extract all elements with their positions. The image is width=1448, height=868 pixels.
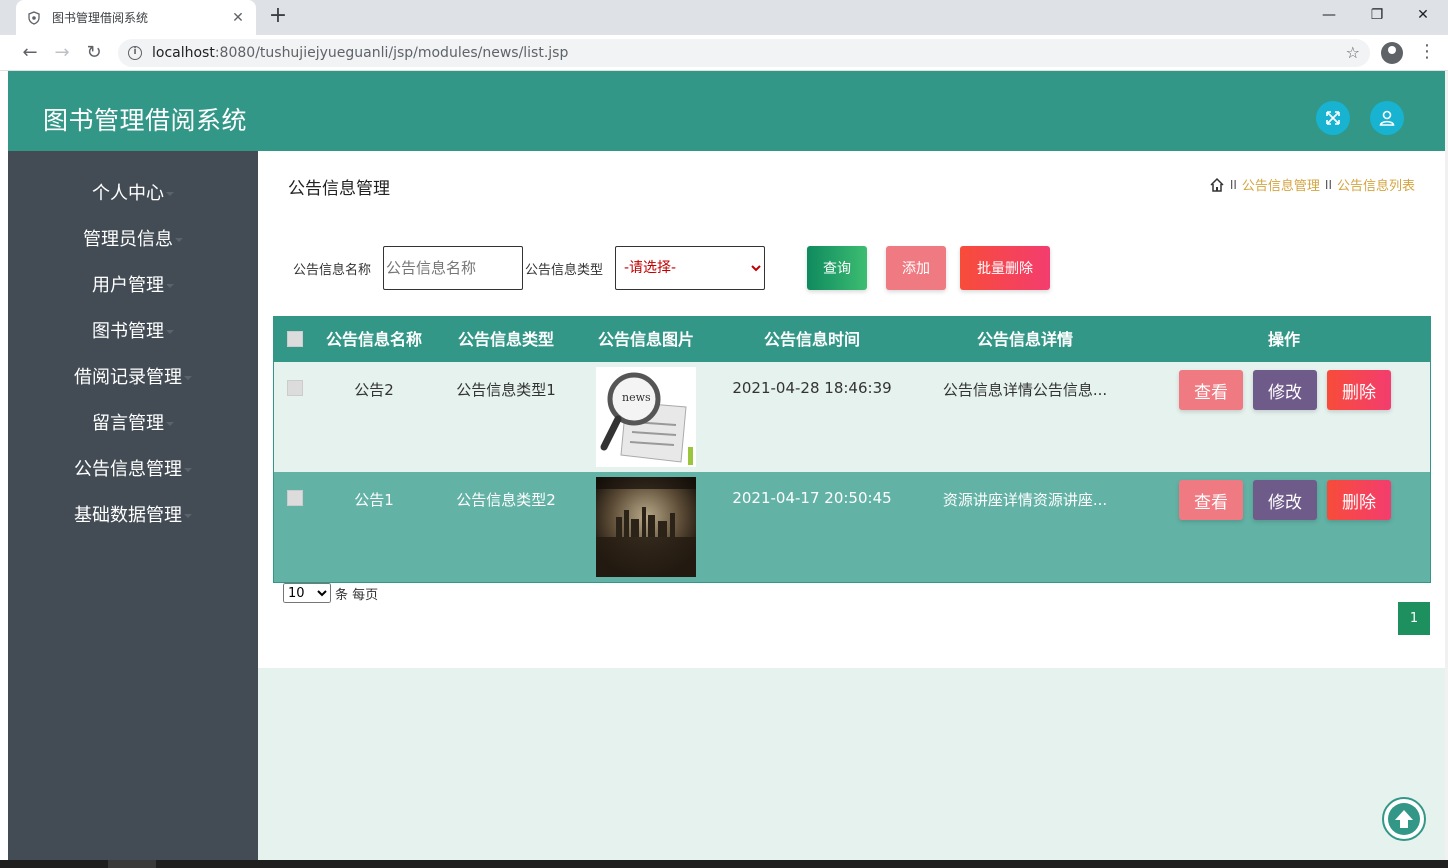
view-button[interactable]: 查看 [1179,370,1243,410]
caret-down-icon [175,238,183,242]
page-number-button[interactable]: 1 [1398,602,1430,635]
sidebar-item-announcements[interactable]: 公告信息管理 [8,455,258,485]
sidebar-item-base-data[interactable]: 基础数据管理 [8,501,258,531]
newspaper-magnifier-thumbnail: news [596,367,696,467]
page-title: 公告信息管理 [288,179,390,199]
tab-close-icon[interactable]: ✕ [230,10,246,26]
row-detail: 资源讲座详情资源讲座... [942,491,1108,509]
taskbar-item[interactable] [108,860,156,868]
caret-down-icon [184,468,192,472]
select-all-checkbox[interactable] [287,331,303,347]
table-header: 公告信息名称 公告信息类型 公告信息图片 公告信息时间 公告信息详情 操作 [274,317,1430,362]
breadcrumb-item[interactable]: 公告信息管理 [1242,175,1320,194]
reload-icon[interactable]: ↻ [82,41,106,65]
table-row: 公告2 公告信息类型1 news 2021-04-28 18:46:39 公告信… [274,362,1430,472]
caret-down-icon [166,284,174,288]
profile-avatar-icon[interactable] [1381,42,1403,64]
city-skyline-thumbnail [596,477,696,577]
row-name: 公告1 [354,491,394,509]
per-page-label: 条 每页 [335,588,379,603]
breadcrumb-separator: II [1229,177,1237,192]
breadcrumb-item[interactable]: 公告信息列表 [1337,175,1415,194]
column-header: 公告信息时间 [763,330,860,349]
browser-tab-title: 图书管理借阅系统 [52,11,149,25]
row-name: 公告2 [354,381,394,399]
main-panel: 公告信息管理 II 公告信息管理 II 公告信息列表 公告信息名称 公告信息类型… [258,151,1445,668]
breadcrumb: II 公告信息管理 II 公告信息列表 [1209,175,1415,194]
column-header: 公告信息类型 [457,330,554,349]
row-time: 2021-04-28 18:46:39 [732,379,892,397]
browser-tab[interactable]: 图书管理借阅系统 ✕ [16,0,256,35]
expand-arrows-icon [1326,111,1340,125]
caret-down-icon [184,514,192,518]
app-header: 图书管理借阅系统 [8,71,1445,151]
caret-down-icon [166,192,174,196]
type-filter-label: 公告信息类型 [525,263,604,278]
arrow-up-circle-icon [1388,803,1420,835]
search-button[interactable]: 查询 [807,246,867,290]
name-search-input[interactable] [383,246,523,290]
edit-button[interactable]: 修改 [1253,370,1317,410]
back-to-top-button[interactable] [1382,797,1426,841]
user-icon [1379,110,1395,126]
sidebar-item-book-management[interactable]: 图书管理 [8,317,258,347]
column-header: 公告信息详情 [976,330,1073,349]
row-checkbox[interactable] [287,380,303,396]
restore-window-icon[interactable]: ❐ [1354,4,1400,28]
breadcrumb-separator: II [1324,177,1332,192]
row-detail: 公告信息详情公告信息... [942,381,1108,399]
browser-menu-icon[interactable]: ⋮ [1418,41,1436,62]
sidebar-item-borrow-records[interactable]: 借阅记录管理 [8,363,258,393]
sidebar-item-personal-center[interactable]: 个人中心 [8,179,258,209]
page-size-select[interactable]: 10 [283,583,331,603]
announcements-table: 公告信息名称 公告信息类型 公告信息图片 公告信息时间 公告信息详情 操作 公告… [273,316,1431,583]
row-checkbox[interactable] [287,490,303,506]
sidebar-item-messages[interactable]: 留言管理 [8,409,258,439]
user-profile-button[interactable] [1370,101,1404,135]
caret-down-icon [166,422,174,426]
table-row: 公告1 公告信息类型2 2021-04-17 20:50:45 资源讲座详情资源… [274,472,1430,582]
caret-down-icon [184,376,192,380]
sidebar-item-admin-info[interactable]: 管理员信息 [8,225,258,255]
app-root: 图书管理借阅系统 个人中心 管理员信息 用户管理 图书管理 借阅记录管理 留言管… [8,71,1445,860]
row-type: 公告信息类型2 [456,491,556,509]
browser-tab-strip: 图书管理借阅系统 ✕ + — ❐ ✕ [0,0,1448,35]
name-filter-label: 公告信息名称 [293,263,372,278]
view-button[interactable]: 查看 [1179,480,1243,520]
os-taskbar [0,860,1448,868]
site-info-icon[interactable]: i [128,46,142,60]
back-arrow-icon[interactable]: ← [18,41,42,65]
row-time: 2021-04-17 20:50:45 [732,489,892,507]
browser-toolbar: ← → ↻ i localhost:8080/tushujiejyueguanl… [0,35,1448,71]
new-tab-plus-icon[interactable]: + [266,5,290,29]
minimize-window-icon[interactable]: — [1306,4,1352,28]
delete-button[interactable]: 删除 [1327,370,1391,410]
column-header: 公告信息名称 [325,330,422,349]
address-bar[interactable]: i localhost:8080/tushujiejyueguanli/jsp/… [118,39,1370,67]
row-type: 公告信息类型1 [456,381,556,399]
column-header: 公告信息图片 [597,330,694,349]
add-button[interactable]: 添加 [886,246,946,290]
caret-down-icon [166,330,174,334]
column-header: 操作 [1267,330,1300,349]
address-url: localhost:8080/tushujiejyueguanli/jsp/mo… [152,45,569,61]
bookmark-star-icon[interactable]: ☆ [1346,43,1360,62]
sidebar: 个人中心 管理员信息 用户管理 图书管理 借阅记录管理 留言管理 公告信息管理 … [8,151,258,860]
home-icon[interactable] [1209,177,1225,193]
shield-favicon-icon [26,10,42,26]
batch-delete-button[interactable]: 批量删除 [960,246,1050,290]
svg-text:news: news [622,391,651,404]
sidebar-item-user-management[interactable]: 用户管理 [8,271,258,301]
delete-button[interactable]: 删除 [1327,480,1391,520]
type-select[interactable]: -请选择- [615,246,765,290]
edit-button[interactable]: 修改 [1253,480,1317,520]
app-title: 图书管理借阅系统 [43,106,248,135]
fullscreen-button[interactable] [1316,101,1350,135]
close-window-icon[interactable]: ✕ [1400,4,1446,28]
forward-arrow-icon[interactable]: → [50,41,74,65]
